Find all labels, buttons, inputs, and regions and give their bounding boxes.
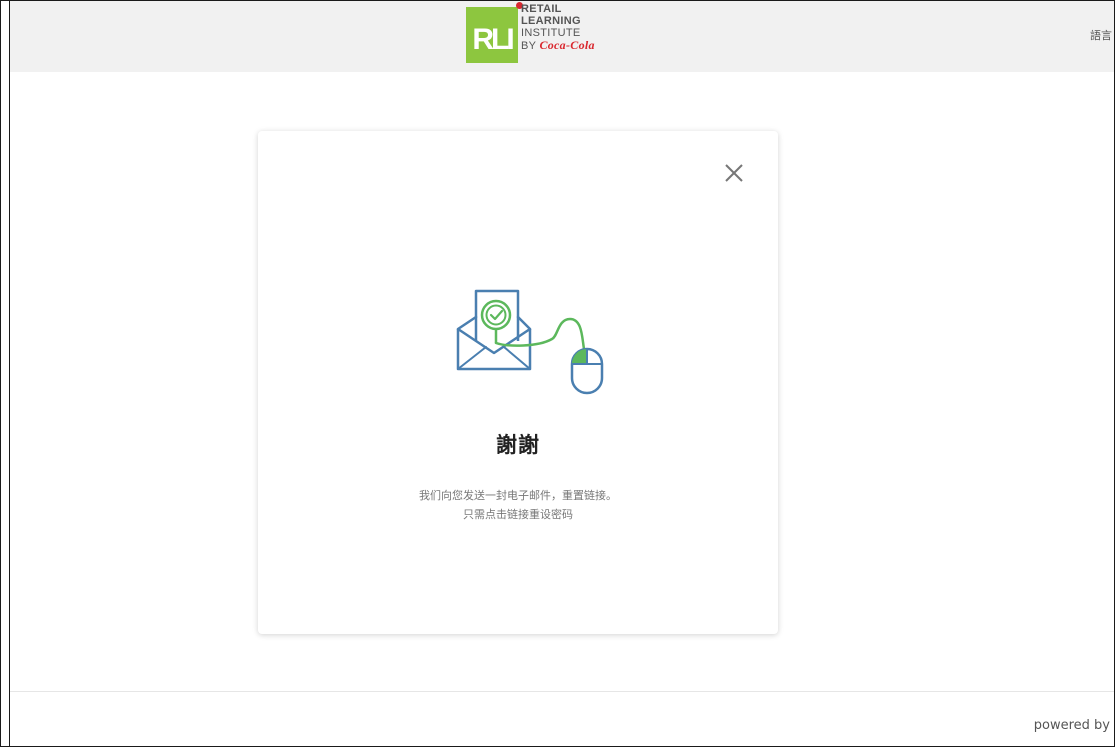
page-frame: RLI RETAIL LEARNING INSTITUTE BY Coca-Co… bbox=[0, 0, 1115, 747]
close-icon bbox=[725, 164, 743, 182]
powered-by-text: powered by bbox=[1033, 718, 1110, 733]
logo-line-learning: LEARNING bbox=[521, 15, 581, 27]
logo-by-text: BY bbox=[521, 40, 537, 52]
left-border bbox=[9, 1, 10, 746]
email-mouse-icon bbox=[448, 281, 618, 406]
language-selector[interactable]: 語言 bbox=[1090, 27, 1112, 43]
logo-brand-text: Coca-Cola bbox=[539, 38, 595, 52]
header-bar: RLI RETAIL LEARNING INSTITUTE BY Coca-Co… bbox=[10, 1, 1114, 72]
dialog-message-line-1: 我们向您发送一封电子邮件，重置链接。 bbox=[419, 489, 617, 502]
dialog-message: 我们向您发送一封电子邮件，重置链接。 只需点击链接重设密码 bbox=[258, 486, 778, 524]
dialog-message-line-2: 只需点击链接重设密码 bbox=[463, 508, 573, 521]
logo-line-retail: RETAIL bbox=[521, 3, 562, 15]
logo-badge-text: RLI bbox=[472, 23, 514, 56]
logo-badge: RLI bbox=[466, 7, 518, 63]
logo-text: RETAIL LEARNING INSTITUTE BY Coca-Cola bbox=[521, 3, 595, 52]
logo-line-brand: BY Coca-Cola bbox=[521, 39, 595, 52]
confirmation-dialog: 謝謝 我们向您发送一封电子邮件，重置链接。 只需点击链接重设密码 bbox=[258, 131, 778, 634]
site-logo[interactable]: RLI RETAIL LEARNING INSTITUTE BY Coca-Co… bbox=[466, 1, 596, 63]
footer-divider bbox=[10, 691, 1114, 692]
dialog-title: 謝謝 bbox=[496, 433, 540, 457]
close-button[interactable] bbox=[720, 159, 748, 187]
